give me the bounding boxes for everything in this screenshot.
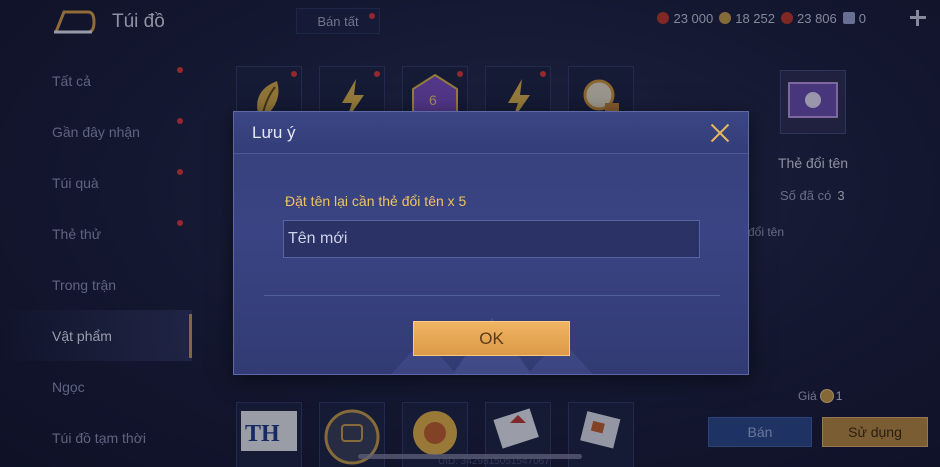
rename-dialog: Lưu ý Đặt tên lại cần thẻ đổi tên x 5 OK [233,111,749,375]
dialog-message: Đặt tên lại cần thẻ đổi tên x 5 [285,193,467,209]
new-name-input[interactable] [283,220,700,258]
dialog-title: Lưu ý [252,123,296,142]
dialog-header: Lưu ý [234,112,748,154]
divider [264,295,720,296]
close-icon[interactable] [708,121,732,145]
ok-button[interactable]: OK [413,321,570,356]
